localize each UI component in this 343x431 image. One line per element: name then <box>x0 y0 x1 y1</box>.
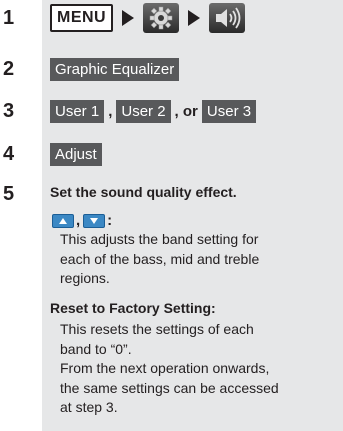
down-arrow-button[interactable] <box>83 213 106 228</box>
adjust-arrows-row: , : <box>52 212 116 229</box>
reset-desc-line: the same settings can be accessed <box>60 379 279 396</box>
speaker-sound-icon[interactable] <box>209 3 246 33</box>
reset-heading: Reset to Factory Setting: <box>50 300 216 316</box>
step-1-row: MENU <box>50 3 246 33</box>
separator: , <box>76 212 81 229</box>
step-number-2: 2 <box>3 58 15 80</box>
adjust-desc-line: regions. <box>60 270 110 286</box>
step-number-3: 3 <box>3 100 15 122</box>
step-number-1: 1 <box>3 7 15 29</box>
step-4-row: Adjust <box>50 143 102 166</box>
reset-description: This resets the settings of each band to… <box>60 320 335 418</box>
user-3-button[interactable]: User 3 <box>201 100 257 123</box>
arrow-right-icon <box>122 10 135 26</box>
adjust-description: This adjusts the band setting for each o… <box>60 230 335 289</box>
triangle-down-icon <box>90 217 99 224</box>
reset-desc-line: From the next operation onwards, <box>60 360 270 376</box>
reset-desc-line: band to “0”. <box>60 340 132 357</box>
graphic-equalizer-button[interactable]: Graphic Equalizer <box>50 58 180 81</box>
triangle-up-icon <box>59 217 67 224</box>
adjust-button[interactable]: Adjust <box>50 143 102 166</box>
step-3-row: User 1 , User 2 , or User 3 <box>50 100 257 123</box>
adjust-desc-line: each of the bass, mid and treble <box>60 250 260 267</box>
settings-gear-icon[interactable] <box>143 3 180 33</box>
menu-button[interactable]: MENU <box>50 4 114 32</box>
arrow-right-icon <box>188 10 201 26</box>
step-number-4: 4 <box>3 143 15 165</box>
up-arrow-button[interactable] <box>52 213 74 228</box>
step-number-5: 5 <box>3 183 15 205</box>
separator: , or <box>174 103 198 120</box>
reset-desc-line: at step 3. <box>60 399 118 415</box>
adjust-desc-line: This adjusts the band setting for <box>60 231 259 247</box>
user-1-button[interactable]: User 1 <box>50 100 105 123</box>
colon: : <box>107 212 113 229</box>
step-2-row: Graphic Equalizer <box>50 58 180 81</box>
step-5-heading: Set the sound quality effect. <box>50 184 237 200</box>
user-2-button[interactable]: User 2 <box>116 100 171 123</box>
separator: , <box>108 103 113 120</box>
reset-desc-line: This resets the settings of each <box>60 321 254 337</box>
